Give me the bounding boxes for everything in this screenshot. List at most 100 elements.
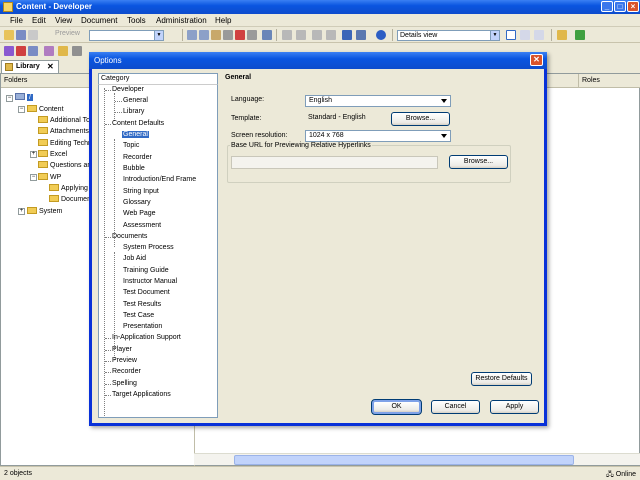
base-url-input[interactable] bbox=[231, 156, 438, 169]
category-test-results[interactable]: Test Results bbox=[123, 301, 161, 308]
tree-node[interactable]: Documen bbox=[49, 195, 91, 203]
properties-icon[interactable] bbox=[247, 30, 257, 40]
category-preview[interactable]: Preview bbox=[112, 357, 137, 364]
record-icon[interactable] bbox=[16, 46, 26, 56]
undo-icon[interactable] bbox=[282, 30, 292, 40]
horizontal-scrollbar[interactable] bbox=[194, 453, 640, 465]
copy-icon[interactable] bbox=[199, 30, 209, 40]
list-view-icon[interactable] bbox=[520, 30, 530, 40]
category-intro-end-frame[interactable]: Introduction/End Frame bbox=[123, 176, 196, 183]
category-content-general[interactable]: General bbox=[122, 131, 149, 138]
category-instructor-manual[interactable]: Instructor Manual bbox=[123, 278, 177, 285]
tree-node[interactable]: Editing Techni bbox=[38, 139, 93, 147]
menu-help[interactable]: Help bbox=[215, 16, 231, 25]
find-icon[interactable] bbox=[262, 30, 272, 40]
category-system-process[interactable]: System Process bbox=[123, 244, 174, 251]
close-icon[interactable]: ✕ bbox=[47, 62, 54, 71]
category-developer-general[interactable]: General bbox=[123, 97, 148, 104]
category-player[interactable]: Player bbox=[112, 346, 132, 353]
menu-edit[interactable]: Edit bbox=[32, 16, 46, 25]
category-assessment[interactable]: Assessment bbox=[123, 222, 161, 229]
cut-icon[interactable] bbox=[187, 30, 197, 40]
category-string-input[interactable]: String Input bbox=[123, 188, 159, 195]
folder-up-icon[interactable] bbox=[557, 30, 567, 40]
menu-view[interactable]: View bbox=[55, 16, 72, 25]
preview-button[interactable]: Preview bbox=[43, 30, 85, 40]
tree-node[interactable]: Additional Top bbox=[38, 116, 94, 124]
category-content-defaults[interactable]: Content Defaults bbox=[112, 120, 164, 127]
category-bubble[interactable]: Bubble bbox=[123, 165, 145, 172]
paste-icon[interactable] bbox=[211, 30, 221, 40]
publish-icon[interactable] bbox=[4, 46, 14, 56]
binoculars-icon[interactable] bbox=[342, 30, 352, 40]
dialog-close-button[interactable]: ✕ bbox=[530, 54, 543, 66]
close-window-button[interactable]: × bbox=[627, 1, 639, 12]
category-spelling[interactable]: Spelling bbox=[112, 380, 137, 387]
checkin-icon[interactable] bbox=[58, 46, 68, 56]
category-documents[interactable]: Documents bbox=[112, 233, 147, 240]
maximize-button[interactable]: □ bbox=[614, 1, 626, 12]
scrollbar-thumb[interactable] bbox=[234, 455, 574, 465]
collapse-toggle[interactable]: − bbox=[30, 174, 37, 181]
tree-node[interactable]: Excel bbox=[38, 150, 67, 158]
category-recorder[interactable]: Recorder bbox=[123, 154, 152, 161]
tree-node[interactable]: Questions an bbox=[38, 161, 91, 169]
print-icon[interactable] bbox=[28, 30, 38, 40]
redo-icon[interactable] bbox=[296, 30, 306, 40]
collapse-toggle[interactable]: − bbox=[18, 106, 25, 113]
category-topic[interactable]: Topic bbox=[123, 142, 139, 149]
tree-node[interactable]: WP bbox=[38, 173, 61, 181]
minimize-button[interactable]: _ bbox=[601, 1, 613, 12]
document-icon[interactable] bbox=[28, 46, 38, 56]
browse-url-button[interactable]: Browse... bbox=[449, 155, 508, 169]
link-icon[interactable] bbox=[223, 30, 233, 40]
category-test-case[interactable]: Test Case bbox=[123, 312, 154, 319]
resolution-select[interactable]: 1024 x 768 bbox=[305, 130, 451, 142]
ok-button[interactable]: OK bbox=[371, 399, 422, 415]
tree-node-system[interactable]: System bbox=[27, 207, 62, 215]
tile-view-icon[interactable] bbox=[534, 30, 544, 40]
expand-icon[interactable] bbox=[326, 30, 336, 40]
view-select[interactable]: Details view ▼ bbox=[397, 30, 500, 41]
refresh-icon[interactable] bbox=[575, 30, 585, 40]
category-glossary[interactable]: Glossary bbox=[123, 199, 151, 206]
roles-column-header[interactable]: Roles bbox=[579, 74, 640, 88]
menu-file[interactable]: File bbox=[10, 16, 23, 25]
expand-toggle[interactable]: + bbox=[18, 208, 25, 215]
details-view-icon[interactable] bbox=[506, 30, 516, 40]
apply-button[interactable]: Apply bbox=[490, 400, 539, 414]
save-icon[interactable] bbox=[16, 30, 26, 40]
help-icon[interactable] bbox=[376, 30, 386, 40]
language-select[interactable]: English bbox=[305, 95, 451, 107]
delete-icon[interactable] bbox=[235, 30, 245, 40]
category-training-guide[interactable]: Training Guide bbox=[123, 267, 169, 274]
gear-icon[interactable] bbox=[72, 46, 82, 56]
tree-node-content[interactable]: Content bbox=[27, 105, 64, 113]
category-target-applications[interactable]: Target Applications bbox=[112, 391, 171, 398]
tree-node-root[interactable]: / bbox=[15, 93, 33, 101]
toolbar-combo[interactable]: ▼ bbox=[89, 30, 164, 41]
browse-template-button[interactable]: Browse... bbox=[391, 112, 450, 126]
menu-administration[interactable]: Administration bbox=[156, 16, 207, 25]
category-developer[interactable]: Developer bbox=[112, 86, 144, 93]
package-icon[interactable] bbox=[44, 46, 54, 56]
category-job-aid[interactable]: Job Aid bbox=[123, 255, 146, 262]
restore-defaults-button[interactable]: Restore Defaults bbox=[471, 372, 532, 386]
category-developer-library[interactable]: Library bbox=[123, 108, 144, 115]
new-folder-icon[interactable] bbox=[4, 30, 14, 40]
category-test-document[interactable]: Test Document bbox=[123, 289, 170, 296]
tree-node[interactable]: Applying F bbox=[49, 184, 94, 192]
replace-icon[interactable] bbox=[356, 30, 366, 40]
category-recorder-root[interactable]: Recorder bbox=[112, 368, 141, 375]
menu-document[interactable]: Document bbox=[81, 16, 117, 25]
cancel-button[interactable]: Cancel bbox=[431, 400, 480, 414]
category-presentation[interactable]: Presentation bbox=[123, 323, 162, 330]
outline-icon[interactable] bbox=[312, 30, 322, 40]
category-in-app-support[interactable]: In-Application Support bbox=[112, 334, 181, 341]
menu-tools[interactable]: Tools bbox=[127, 16, 146, 25]
category-web-page[interactable]: Web Page bbox=[123, 210, 156, 217]
tab-library[interactable]: Library ✕ bbox=[1, 60, 59, 73]
collapse-root-toggle[interactable]: − bbox=[6, 95, 13, 102]
expand-toggle[interactable]: + bbox=[30, 151, 37, 158]
tree-node[interactable]: Attachments bbox=[38, 127, 89, 135]
